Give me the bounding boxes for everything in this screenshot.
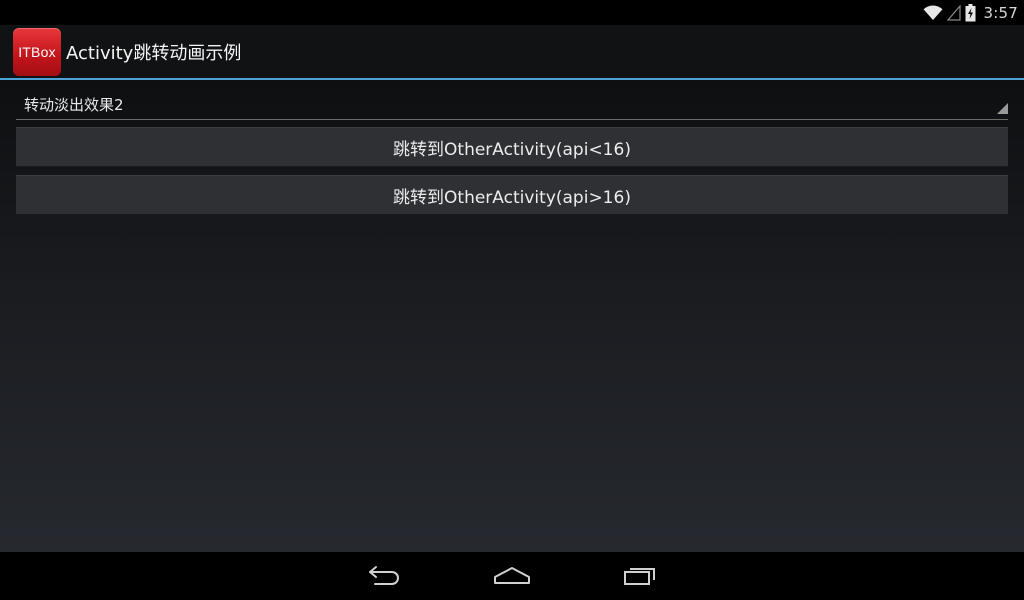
wifi-icon — [923, 4, 943, 21]
effect-spinner[interactable]: 转动淡出效果2 — [16, 90, 1008, 120]
recents-button[interactable] — [620, 564, 660, 590]
back-button[interactable] — [364, 564, 404, 590]
home-icon — [493, 565, 531, 589]
main-content: 转动淡出效果2 跳转到OtherActivity(api<16) 跳转到Othe… — [0, 80, 1024, 552]
android-screen: 3:57 ITBox Activity跳转动画示例 转动淡出效果2 跳转到Oth… — [0, 0, 1024, 600]
app-title: Activity跳转动画示例 — [66, 43, 242, 64]
navigation-bar — [0, 552, 1024, 600]
dropdown-triangle-icon — [997, 99, 1008, 118]
home-button[interactable] — [492, 564, 532, 590]
spinner-selected-value: 转动淡出效果2 — [24, 96, 124, 114]
back-icon — [366, 564, 402, 590]
goto-other-activity-api-lt16-button[interactable]: 跳转到OtherActivity(api<16) — [16, 127, 1008, 167]
goto-other-activity-api-gt16-button[interactable]: 跳转到OtherActivity(api>16) — [16, 175, 1008, 215]
recents-icon — [622, 564, 658, 590]
battery-charging-icon — [965, 3, 976, 22]
signal-icon — [946, 4, 961, 21]
app-icon[interactable]: ITBox — [13, 28, 61, 76]
app-icon-text: ITBox — [18, 44, 56, 60]
status-time: 3:57 — [983, 3, 1018, 22]
action-bar: ITBox Activity跳转动画示例 — [0, 25, 1024, 79]
status-bar: 3:57 — [0, 0, 1024, 25]
